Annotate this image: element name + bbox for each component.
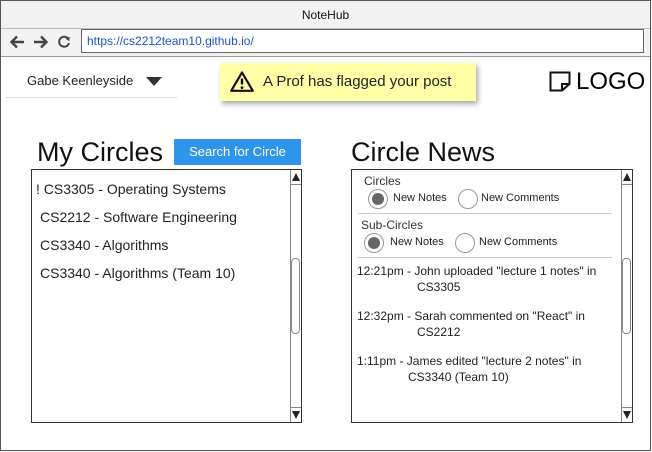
logo-text: LOGO	[576, 68, 646, 95]
circle-item[interactable]: CS2212 - Software Engineering	[40, 209, 237, 225]
address-bar[interactable]: https://cs2212team10.github.io/	[81, 29, 644, 53]
forward-arrow-icon[interactable]	[31, 31, 51, 53]
sub-circles-filter-label: Sub-Circles	[361, 218, 424, 232]
browser-toolbar: https://cs2212team10.github.io/	[1, 29, 650, 57]
news-item-circle: CS2212	[417, 325, 461, 339]
my-circles-scrollbar[interactable]	[290, 170, 301, 422]
user-menu[interactable]: Gabe Keenleyside	[6, 65, 177, 98]
filter-divider	[358, 257, 612, 258]
user-name: Gabe Keenleyside	[27, 73, 134, 88]
flag-notification[interactable]: A Prof has flagged your post	[220, 63, 476, 101]
search-circle-button[interactable]: Search for Circle	[174, 139, 301, 165]
news-item-text: 12:32pm - Sarah commented on "React" in	[357, 309, 585, 323]
circle-item[interactable]: ! CS3305 - Operating Systems	[36, 181, 226, 197]
window-title: NoteHub	[1, 1, 650, 29]
circles-new-notes-radio[interactable]	[368, 189, 388, 209]
circle-item[interactable]: CS3340 - Algorithms (Team 10)	[40, 265, 235, 281]
chevron-down-icon	[146, 77, 162, 86]
news-item-text: 12:21pm - John uploaded "lecture 1 notes…	[357, 264, 597, 278]
back-arrow-icon[interactable]	[7, 31, 27, 53]
filter-divider	[358, 213, 612, 214]
scroll-thumb[interactable]	[291, 258, 300, 334]
news-item-text: 1:11pm - James edited "lecture 2 notes" …	[357, 354, 582, 368]
radio-label: New Comments	[479, 236, 558, 248]
warning-icon	[230, 71, 254, 92]
scroll-thumb[interactable]	[622, 258, 631, 334]
scroll-up-arrow-icon[interactable]	[292, 173, 300, 181]
circles-new-comments-radio[interactable]	[458, 189, 478, 209]
circle-item[interactable]: CS3340 - Algorithms	[40, 237, 168, 253]
scroll-down-arrow-icon[interactable]	[623, 411, 631, 419]
radio-label: New Notes	[393, 192, 447, 204]
note-icon	[549, 71, 571, 92]
my-circles-title: My Circles	[37, 137, 163, 167]
news-item-circle: CS3340 (Team 10)	[408, 370, 509, 384]
circle-news-scrollbar[interactable]	[621, 170, 632, 422]
my-circles-list: ! CS3305 - Operating Systems CS2212 - So…	[31, 169, 302, 423]
circle-news-title: Circle News	[351, 137, 496, 167]
browser-window: NoteHub https://cs2212team10.github.io/ …	[0, 0, 651, 451]
sub-circles-new-comments-radio[interactable]	[455, 233, 475, 253]
scroll-up-arrow-icon[interactable]	[623, 173, 631, 181]
sub-circles-new-notes-radio[interactable]	[364, 233, 384, 253]
radio-label: New Notes	[390, 236, 444, 248]
refresh-icon[interactable]	[54, 31, 74, 53]
circle-news-feed: Circles New Notes New Comments Sub-Circl…	[351, 169, 633, 423]
notification-text: A Prof has flagged your post	[263, 73, 452, 90]
circles-filter-label: Circles	[364, 174, 401, 188]
radio-label: New Comments	[481, 192, 560, 204]
news-item-circle: CS3305	[417, 280, 461, 294]
scroll-down-arrow-icon[interactable]	[292, 411, 300, 419]
